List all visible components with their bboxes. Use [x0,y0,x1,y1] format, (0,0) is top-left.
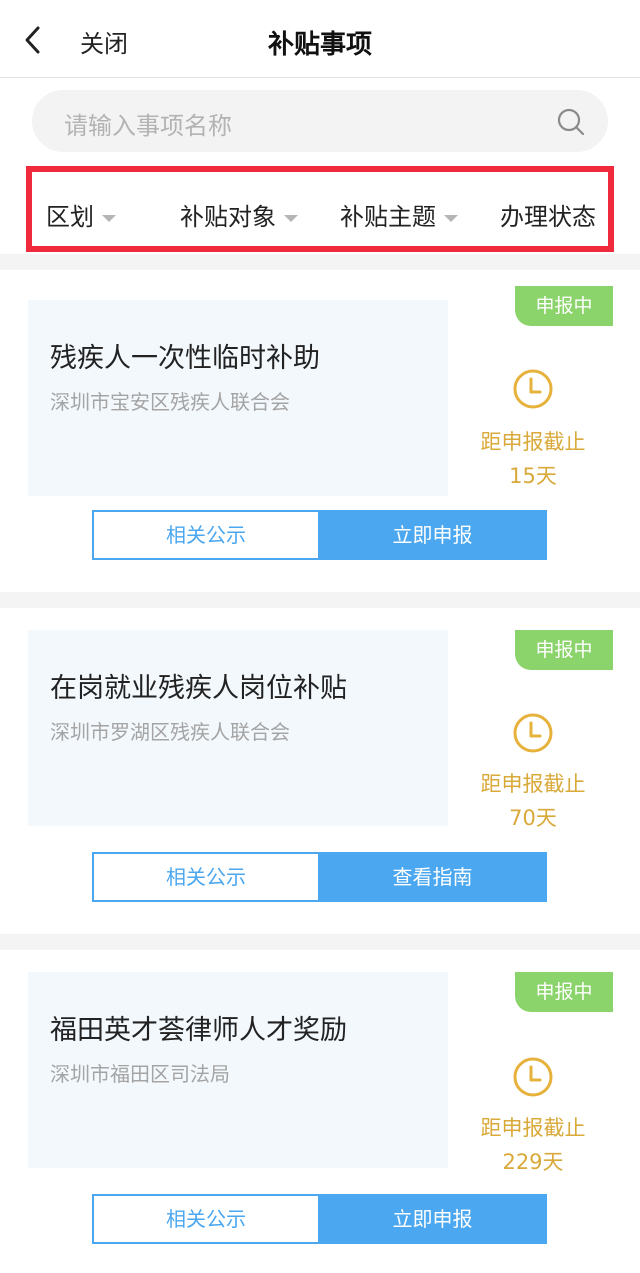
subsidy-name: 在岗就业残疾人岗位补贴 [50,673,347,704]
deadline-label: 距申报截止 [480,1116,586,1140]
nav-bar: 关闭 补贴事项 [0,0,640,78]
card-info-panel[interactable]: 残疾人一次性临时补助 深圳市宝安区残疾人联合会 [28,300,448,496]
dropdown-caret-icon [444,214,458,222]
subsidy-name: 残疾人一次性临时补助 [50,343,320,374]
filter-topic[interactable]: 补贴主题 [340,197,458,232]
subsidy-name: 福田英才荟律师人才奖励 [50,1015,347,1046]
clock-icon [513,713,553,753]
deadline-days: 70天 [509,806,557,830]
status-badge: 申报中 [515,630,613,670]
filter-status[interactable]: 办理状态 [500,197,596,232]
page-title: 补贴事项 [267,30,372,60]
subsidy-card: 福田英才荟律师人才奖励 深圳市福田区司法局 申报中 距申报截止 229天 相关公… [0,950,640,1273]
card-info-panel[interactable]: 福田英才荟律师人才奖励 深圳市福田区司法局 [28,972,448,1168]
search-input[interactable]: 请输入事项名称 [32,90,608,152]
related-notice-button[interactable]: 相关公示 [92,510,320,560]
filter-bar: 区划 补贴对象 补贴主题 办理状态 [26,166,614,252]
related-notice-button[interactable]: 相关公示 [92,852,320,902]
view-guide-button[interactable]: 查看指南 [318,852,547,902]
deadline-label: 距申报截止 [480,430,586,454]
card-info-panel[interactable]: 在岗就业残疾人岗位补贴 深圳市罗湖区残疾人联合会 [28,630,448,826]
deadline-label: 距申报截止 [480,772,586,796]
apply-now-button[interactable]: 立即申报 [318,510,547,560]
divider [0,254,640,270]
deadline-days: 229天 [502,1150,564,1174]
dropdown-caret-icon [102,214,116,222]
filter-target[interactable]: 补贴对象 [180,197,298,232]
divider [0,934,640,950]
filter-label: 办理状态 [500,203,596,231]
related-notice-button[interactable]: 相关公示 [92,1194,320,1244]
filter-label: 区划 [46,203,94,231]
subsidy-card: 在岗就业残疾人岗位补贴 深圳市罗湖区残疾人联合会 申报中 距申报截止 70天 相… [0,608,640,934]
search-placeholder: 请输入事项名称 [64,112,232,140]
apply-now-button[interactable]: 立即申报 [318,1194,547,1244]
filter-region[interactable]: 区划 [46,197,116,232]
subsidy-org: 深圳市罗湖区残疾人联合会 [50,720,290,744]
status-badge: 申报中 [515,972,613,1012]
filter-label: 补贴主题 [340,203,436,231]
subsidy-org: 深圳市福田区司法局 [50,1062,230,1086]
deadline-days: 15天 [509,464,557,488]
subsidy-org: 深圳市宝安区残疾人联合会 [50,390,290,414]
clock-icon [513,1057,553,1097]
search-icon[interactable] [556,107,586,137]
subsidy-card: 残疾人一次性临时补助 深圳市宝安区残疾人联合会 申报中 距申报截止 15天 相关… [0,270,640,592]
filter-label: 补贴对象 [180,203,276,231]
clock-icon [513,369,553,409]
dropdown-caret-icon [284,214,298,222]
divider [0,592,640,608]
status-badge: 申报中 [515,286,613,326]
